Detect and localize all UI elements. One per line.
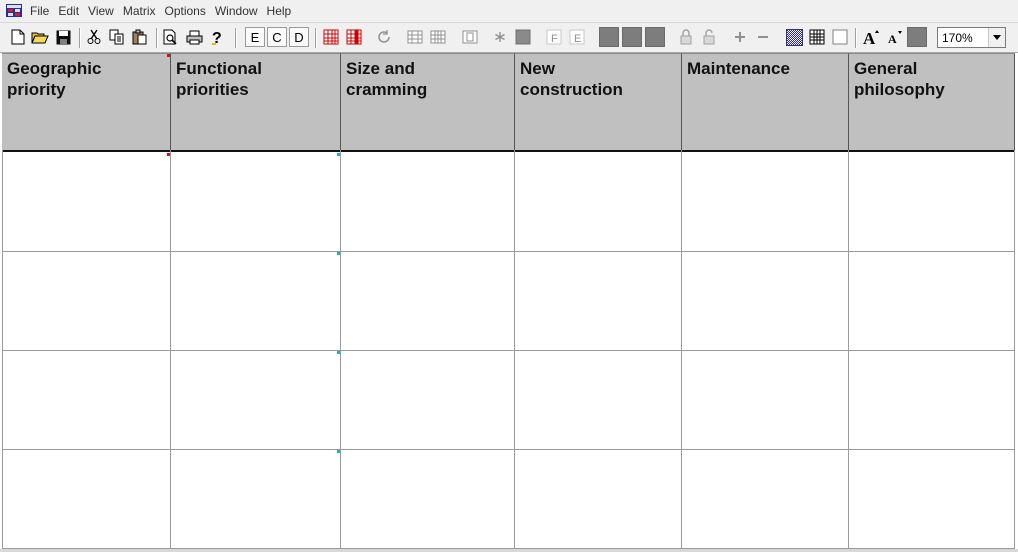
cell-marker <box>337 450 340 453</box>
matrix-cell[interactable] <box>3 152 170 251</box>
grid-lines-icon[interactable] <box>807 27 827 47</box>
show-e-button[interactable]: E <box>245 27 265 47</box>
column-header-label: New construction <box>520 59 623 99</box>
shade-3-icon[interactable] <box>645 27 665 47</box>
selection-marker <box>167 54 170 57</box>
matrix-cell[interactable] <box>515 351 681 449</box>
font-decrease-icon[interactable]: A <box>884 27 904 47</box>
column-header-size-and-cramming[interactable]: Size and cramming <box>340 53 514 150</box>
no-grid-icon[interactable] <box>830 27 850 47</box>
matrix-cell[interactable] <box>849 252 1014 350</box>
column-header-label: Size and cramming <box>346 59 428 99</box>
matrix-cell[interactable] <box>515 252 681 350</box>
matrix-cell[interactable] <box>171 252 340 350</box>
column-header-label: Geographic priority <box>7 59 102 99</box>
refresh-icon[interactable] <box>374 27 394 47</box>
color-swatch-icon[interactable] <box>907 27 927 47</box>
show-c-button[interactable]: C <box>267 27 287 47</box>
help-icon[interactable]: ? <box>207 27 227 47</box>
matrix-cell[interactable] <box>849 152 1014 251</box>
column-header-label: Functional priorities <box>176 59 262 99</box>
cell-marker <box>337 153 340 156</box>
paste-icon[interactable] <box>130 27 150 47</box>
matrix-cell[interactable] <box>682 252 848 350</box>
matrix-cell[interactable] <box>171 450 340 548</box>
print-icon[interactable] <box>184 27 204 47</box>
show-d-button[interactable]: D <box>289 27 309 47</box>
matrix-cell[interactable] <box>849 450 1014 548</box>
column-header-general-philosophy[interactable]: General philosophy <box>848 53 1015 150</box>
column-header-functional-priorities[interactable]: Functional priorities <box>170 53 340 150</box>
menu-view[interactable]: View <box>88 0 121 22</box>
print-preview-icon[interactable] <box>161 27 181 47</box>
cell-marker <box>337 351 340 354</box>
menu-file[interactable]: File <box>30 0 56 22</box>
zoom-value: 170% <box>942 31 973 45</box>
new-file-icon[interactable] <box>8 27 28 47</box>
plus-icon[interactable] <box>730 27 750 47</box>
svg-text:A: A <box>888 32 897 46</box>
merge-cells-icon[interactable] <box>405 27 425 47</box>
matrix-cell[interactable] <box>515 450 681 548</box>
matrix-cell[interactable] <box>171 152 340 251</box>
open-folder-icon[interactable] <box>30 27 50 47</box>
font-format-2-icon[interactable]: E <box>567 27 587 47</box>
hatch-pattern-icon[interactable] <box>784 27 804 47</box>
zoom-select[interactable]: 170% <box>937 27 1006 48</box>
selection-marker <box>167 153 170 156</box>
svg-text:F: F <box>551 33 558 45</box>
lock-icon[interactable] <box>676 27 696 47</box>
matrix-cell[interactable] <box>341 252 514 350</box>
matrix-cell[interactable] <box>3 351 170 449</box>
toolbar: ? E C D F E A A 170% <box>0 23 1018 53</box>
column-header-geographic-priority[interactable]: Geographic priority <box>2 53 170 150</box>
column-header-label: Maintenance <box>687 59 790 78</box>
cut-icon[interactable] <box>84 27 104 47</box>
column-divider <box>1014 150 1015 552</box>
matrix-cell[interactable] <box>341 152 514 251</box>
column-width-icon[interactable] <box>460 27 480 47</box>
copy-icon[interactable] <box>107 27 127 47</box>
matrix-cell[interactable] <box>341 450 514 548</box>
svg-text:E: E <box>574 33 581 45</box>
menu-matrix[interactable]: Matrix <box>123 0 163 22</box>
asterisk-icon[interactable] <box>490 27 510 47</box>
unlock-icon[interactable] <box>699 27 719 47</box>
shade-1-icon[interactable] <box>599 27 619 47</box>
matrix-cell[interactable] <box>682 351 848 449</box>
matrix-grid: Geographic priority Functional prioritie… <box>2 53 1015 552</box>
table-delete-icon[interactable] <box>344 27 364 47</box>
fill-cell-icon[interactable] <box>513 27 533 47</box>
matrix-cell[interactable] <box>515 152 681 251</box>
font-increase-icon[interactable]: A <box>861 27 881 47</box>
column-header-label: General philosophy <box>854 59 945 99</box>
menu-bar: File Edit View Matrix Options Window Hel… <box>0 0 1018 23</box>
column-header-new-construction[interactable]: New construction <box>514 53 681 150</box>
shade-2-icon[interactable] <box>622 27 642 47</box>
table-insert-icon[interactable] <box>321 27 341 47</box>
matrix-cell[interactable] <box>3 252 170 350</box>
matrix-cell[interactable] <box>682 152 848 251</box>
split-cells-icon[interactable] <box>428 27 448 47</box>
save-icon[interactable] <box>53 27 73 47</box>
menu-help[interactable]: Help <box>267 0 299 22</box>
matrix-cell[interactable] <box>3 450 170 548</box>
minus-icon[interactable] <box>753 27 773 47</box>
chevron-down-icon[interactable] <box>988 28 1005 47</box>
menu-edit[interactable]: Edit <box>58 0 86 22</box>
cell-marker <box>337 252 340 255</box>
matrix-cell[interactable] <box>341 351 514 449</box>
menu-window[interactable]: Window <box>215 0 265 22</box>
matrix-cell[interactable] <box>849 351 1014 449</box>
column-header-maintenance[interactable]: Maintenance <box>681 53 848 150</box>
svg-text:A: A <box>863 29 876 46</box>
font-format-1-icon[interactable]: F <box>544 27 564 47</box>
matrix-cell[interactable] <box>682 450 848 548</box>
menu-options[interactable]: Options <box>165 0 213 22</box>
matrix-cell[interactable] <box>171 351 340 449</box>
app-matrix-icon[interactable] <box>6 4 22 17</box>
